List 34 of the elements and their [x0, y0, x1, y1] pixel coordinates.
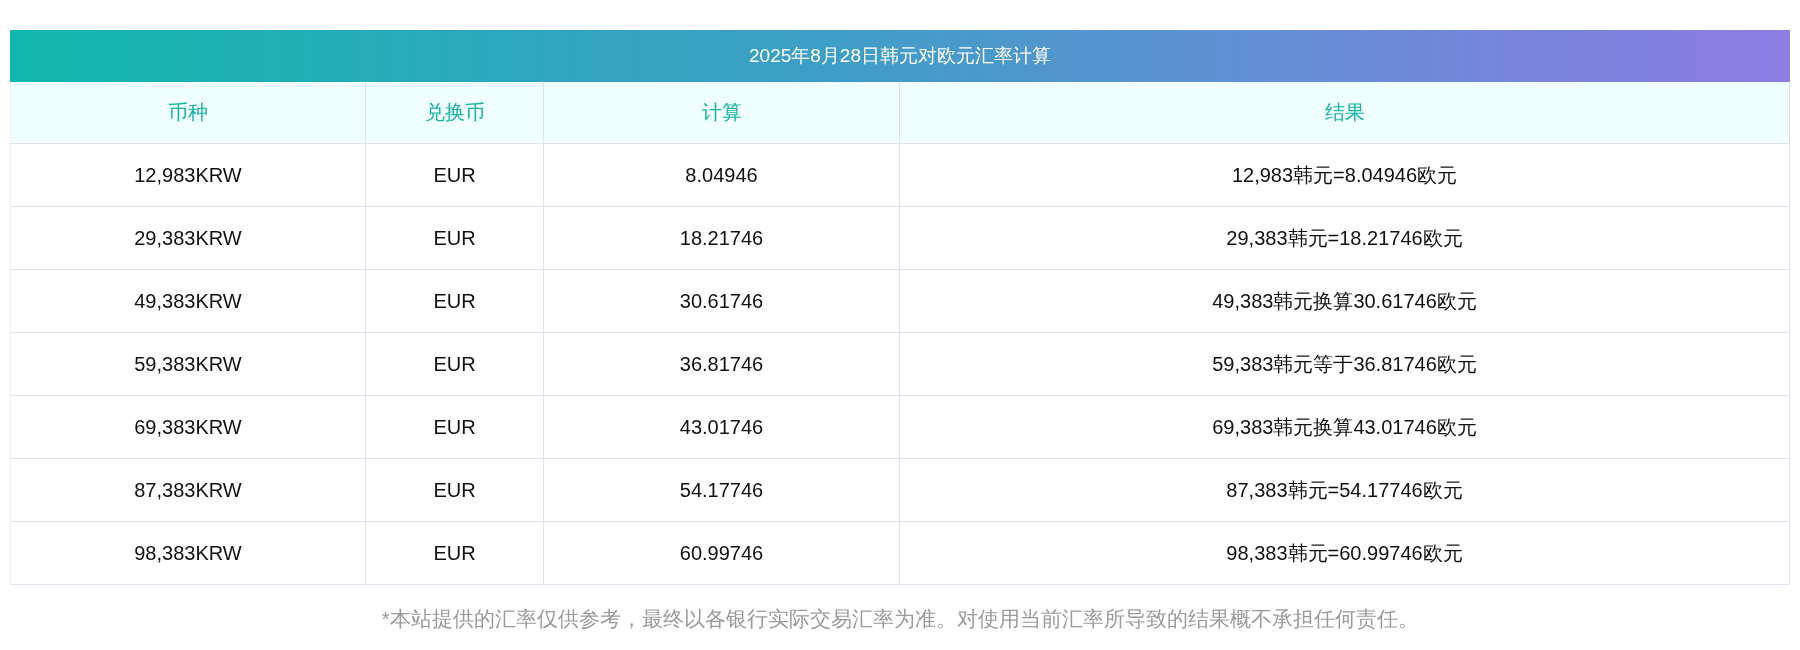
column-header: 结果 [899, 82, 1790, 144]
table-cell: 87,383KRW [10, 458, 366, 522]
table-cell: 29,383韩元=18.21746欧元 [899, 206, 1790, 270]
table-cell: 54.17746 [543, 458, 900, 522]
table-cell: 98,383韩元=60.99746欧元 [899, 521, 1790, 585]
table-cell: EUR [365, 269, 544, 333]
table-cell: 12,983韩元=8.04946欧元 [899, 143, 1790, 207]
table-cell: EUR [365, 395, 544, 459]
table-cell: 29,383KRW [10, 206, 366, 270]
table-cell: 30.61746 [543, 269, 900, 333]
table-cell: 59,383韩元等于36.81746欧元 [899, 332, 1790, 396]
table-cell: EUR [365, 206, 544, 270]
table-cell: 49,383韩元换算30.61746欧元 [899, 269, 1790, 333]
disclaimer-text: *本站提供的汇率仅供参考，最终以各银行实际交易汇率为准。对使用当前汇率所导致的结果概不承担任何责任。 [380, 606, 1420, 632]
table-title-bar: 2025年8月28日韩元对欧元汇率计算 [10, 30, 1790, 82]
table-cell: 36.81746 [543, 332, 900, 396]
column-header: 兑换币 [365, 82, 544, 144]
table-cell: EUR [365, 332, 544, 396]
column-header: 币种 [10, 82, 366, 144]
table-cell: 49,383KRW [10, 269, 366, 333]
table-cell: 87,383韩元=54.17746欧元 [899, 458, 1790, 522]
column-header: 计算 [543, 82, 900, 144]
table-cell: 8.04946 [543, 143, 900, 207]
table-cell: 98,383KRW [10, 521, 366, 585]
table-cell: EUR [365, 143, 544, 207]
table-cell: 59,383KRW [10, 332, 366, 396]
table-cell: 60.99746 [543, 521, 900, 585]
table-cell: EUR [365, 458, 544, 522]
table-cell: EUR [365, 521, 544, 585]
table-cell: 18.21746 [543, 206, 900, 270]
table-cell: 69,383KRW [10, 395, 366, 459]
table-cell: 43.01746 [543, 395, 900, 459]
table-cell: 12,983KRW [10, 143, 366, 207]
table-cell: 69,383韩元换算43.01746欧元 [899, 395, 1790, 459]
